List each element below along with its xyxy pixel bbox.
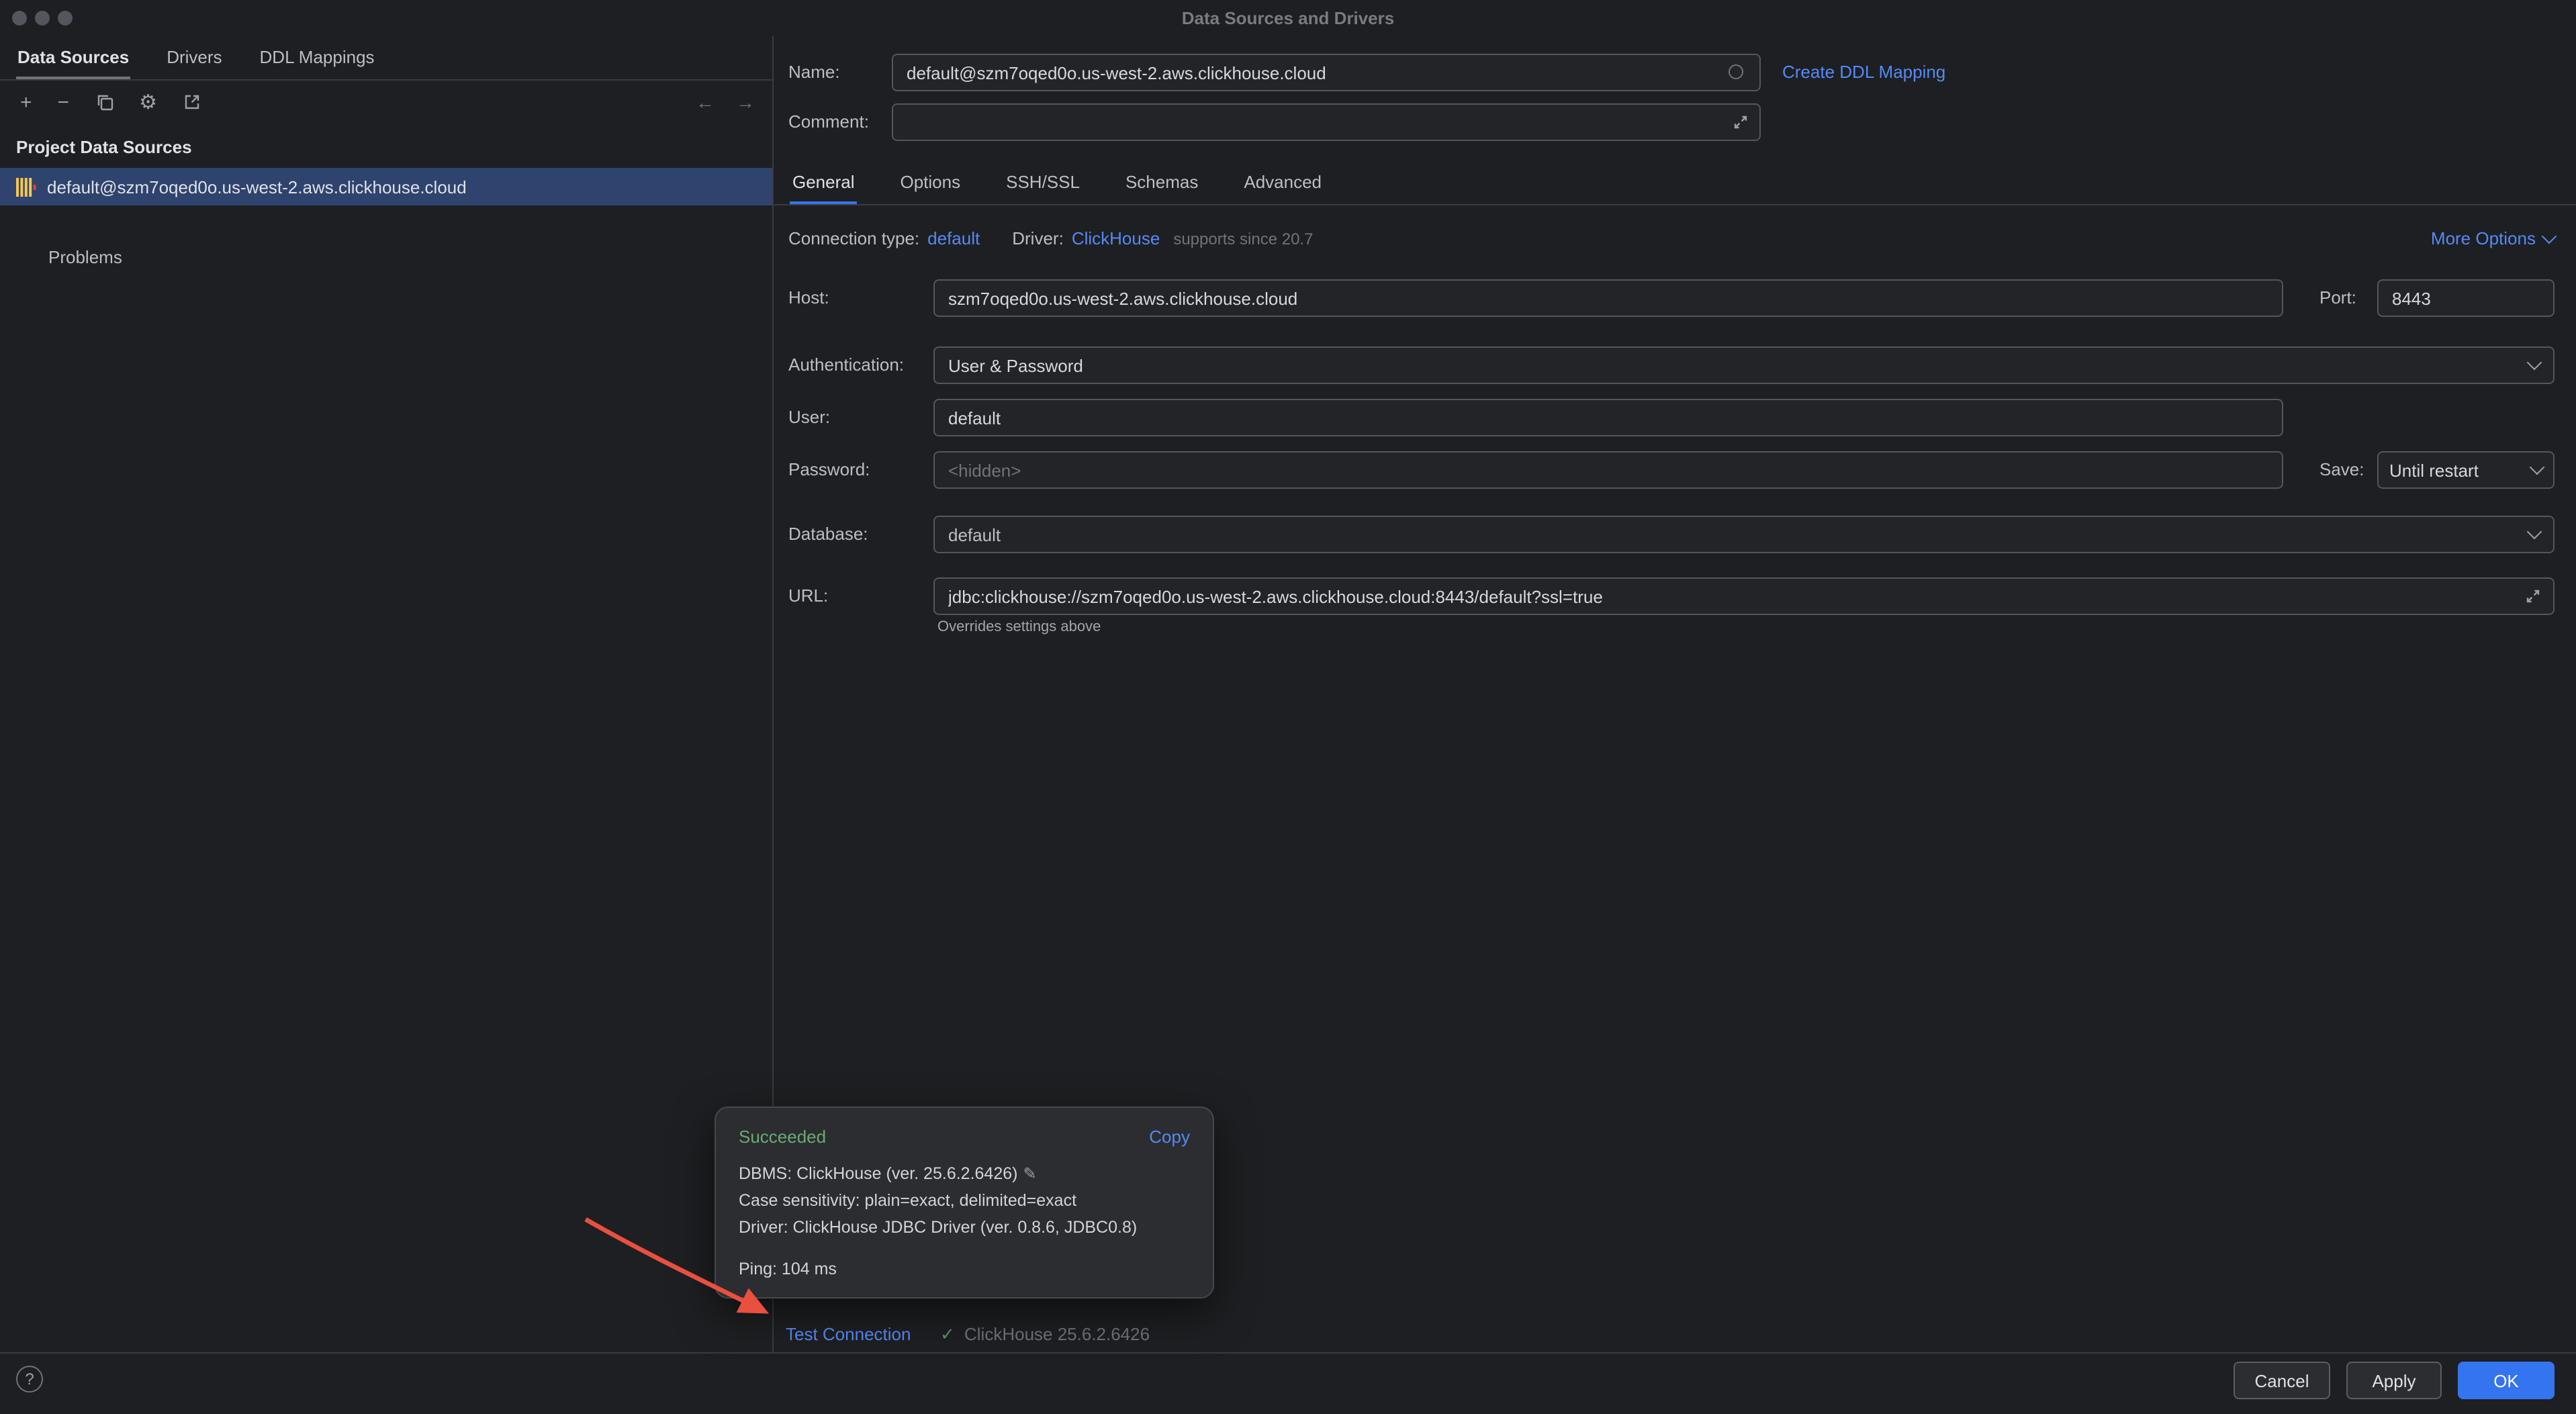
- ok-button[interactable]: OK: [2458, 1362, 2555, 1399]
- database-value: default: [948, 524, 1001, 545]
- forward-icon[interactable]: →: [736, 91, 755, 113]
- help-icon[interactable]: ?: [16, 1366, 43, 1393]
- open-in-new-icon[interactable]: [183, 93, 201, 111]
- more-options-text: More Options: [2431, 228, 2536, 248]
- chevron-down-icon: [2527, 524, 2542, 540]
- popup-driver-line: Driver: ClickHouse JDBC Driver (ver. 0.8…: [739, 1214, 1190, 1241]
- tab-ddl-mappings[interactable]: DDL Mappings: [259, 36, 376, 79]
- save-value: Until restart: [2389, 460, 2479, 480]
- apply-button[interactable]: Apply: [2346, 1362, 2442, 1399]
- left-toolbar: + − ⚙: [0, 82, 201, 122]
- left-nav-arrows: ← →: [696, 82, 755, 122]
- comment-label: Comment:: [788, 111, 869, 132]
- connection-type-value[interactable]: default: [927, 228, 980, 248]
- popup-header: Succeeded Copy: [739, 1127, 1190, 1147]
- tab-advanced[interactable]: Advanced: [1241, 161, 1324, 205]
- left-tab-strip: Data Sources Drivers DDL Mappings: [0, 36, 772, 81]
- tab-drivers[interactable]: Drivers: [165, 36, 223, 79]
- problems-label[interactable]: Problems: [48, 247, 122, 267]
- title-bar: Data Sources and Drivers: [0, 0, 2576, 36]
- tab-ssh-ssl[interactable]: SSH/SSL: [1003, 161, 1083, 205]
- check-icon: ✓: [940, 1324, 955, 1346]
- remove-icon[interactable]: −: [58, 92, 70, 112]
- chevron-down-icon: [2530, 460, 2545, 475]
- test-connection-link[interactable]: Test Connection: [786, 1324, 911, 1344]
- data-source-list-item[interactable]: default@szm7oqed0o.us-west-2.aws.clickho…: [0, 168, 772, 205]
- port-input[interactable]: [2377, 279, 2555, 317]
- comment-input[interactable]: [892, 103, 1761, 141]
- name-input[interactable]: [892, 54, 1761, 91]
- popup-case-line: Case sensitivity: plain=exact, delimited…: [739, 1187, 1190, 1214]
- port-label: Port:: [2319, 287, 2356, 308]
- save-label: Save:: [2319, 459, 2364, 479]
- tab-data-sources[interactable]: Data Sources: [16, 36, 130, 79]
- tab-options[interactable]: Options: [898, 161, 964, 205]
- popup-ping: Ping: 104 ms: [739, 1260, 1190, 1278]
- connection-type-label: Connection type:: [788, 228, 919, 248]
- connection-type-row: Connection type: default Driver: ClickHo…: [788, 228, 1313, 248]
- popup-details: DBMS: ClickHouse (ver. 25.6.2.6426) ✎ Cas…: [739, 1160, 1190, 1278]
- duplicate-icon[interactable]: [95, 93, 113, 111]
- driver-value-link[interactable]: ClickHouse: [1072, 228, 1160, 248]
- password-input[interactable]: [933, 451, 2283, 489]
- popup-dbms-text: DBMS: ClickHouse (ver. 25.6.2.6426): [739, 1164, 1017, 1183]
- copy-link[interactable]: Copy: [1149, 1127, 1190, 1147]
- url-note: Overrides settings above: [937, 619, 1101, 635]
- database-label: Database:: [788, 524, 868, 544]
- settings-tab-strip: General Options SSH/SSL Schemas Advanced: [790, 161, 1324, 205]
- footer-separator: [0, 1352, 2576, 1354]
- user-input[interactable]: [933, 399, 2283, 436]
- url-input[interactable]: [933, 577, 2555, 615]
- url-label: URL:: [788, 585, 828, 606]
- authentication-select[interactable]: User & Password: [933, 346, 2555, 384]
- name-status-icon: [1729, 64, 1743, 79]
- authentication-value: User & Password: [948, 355, 1083, 375]
- popup-dbms-line: DBMS: ClickHouse (ver. 25.6.2.6426) ✎: [739, 1160, 1190, 1187]
- password-label: Password:: [788, 459, 870, 479]
- cancel-button[interactable]: Cancel: [2234, 1362, 2330, 1399]
- gear-icon[interactable]: ⚙: [139, 92, 157, 112]
- tabs-separator: [774, 204, 2576, 205]
- connection-status-text: ClickHouse 25.6.2.6426: [964, 1324, 1150, 1344]
- window-title: Data Sources and Drivers: [0, 0, 2576, 36]
- name-label: Name:: [788, 62, 840, 82]
- project-data-sources-heading: Project Data Sources: [16, 137, 192, 157]
- annotation-arrow: [575, 1209, 790, 1336]
- create-ddl-mapping-link[interactable]: Create DDL Mapping: [1782, 62, 1945, 82]
- driver-note: supports since 20.7: [1173, 230, 1313, 248]
- edit-icon[interactable]: ✎: [1023, 1164, 1036, 1183]
- tab-schemas[interactable]: Schemas: [1123, 161, 1201, 205]
- driver-label: Driver:: [1012, 228, 1064, 248]
- more-options-link[interactable]: More Options: [2431, 228, 2555, 248]
- data-sources-dialog: Data Sources and Drivers Data Sources Dr…: [0, 0, 2576, 1414]
- expand-icon[interactable]: [2525, 588, 2541, 608]
- chevron-down-icon: [2527, 355, 2542, 371]
- add-icon[interactable]: +: [20, 92, 32, 112]
- host-input[interactable]: [933, 279, 2283, 317]
- authentication-label: Authentication:: [788, 355, 904, 375]
- clickhouse-icon: [16, 177, 36, 197]
- user-label: User:: [788, 407, 830, 427]
- database-select[interactable]: default: [933, 516, 2555, 553]
- chevron-down-icon: [2542, 228, 2557, 244]
- data-source-name: default@szm7oqed0o.us-west-2.aws.clickho…: [47, 177, 467, 197]
- save-select[interactable]: Until restart: [2377, 451, 2555, 489]
- expand-icon[interactable]: [1733, 114, 1749, 134]
- back-icon[interactable]: ←: [696, 91, 715, 113]
- popup-status: Succeeded: [739, 1127, 826, 1147]
- host-label: Host:: [788, 287, 829, 308]
- tab-general[interactable]: General: [790, 161, 858, 205]
